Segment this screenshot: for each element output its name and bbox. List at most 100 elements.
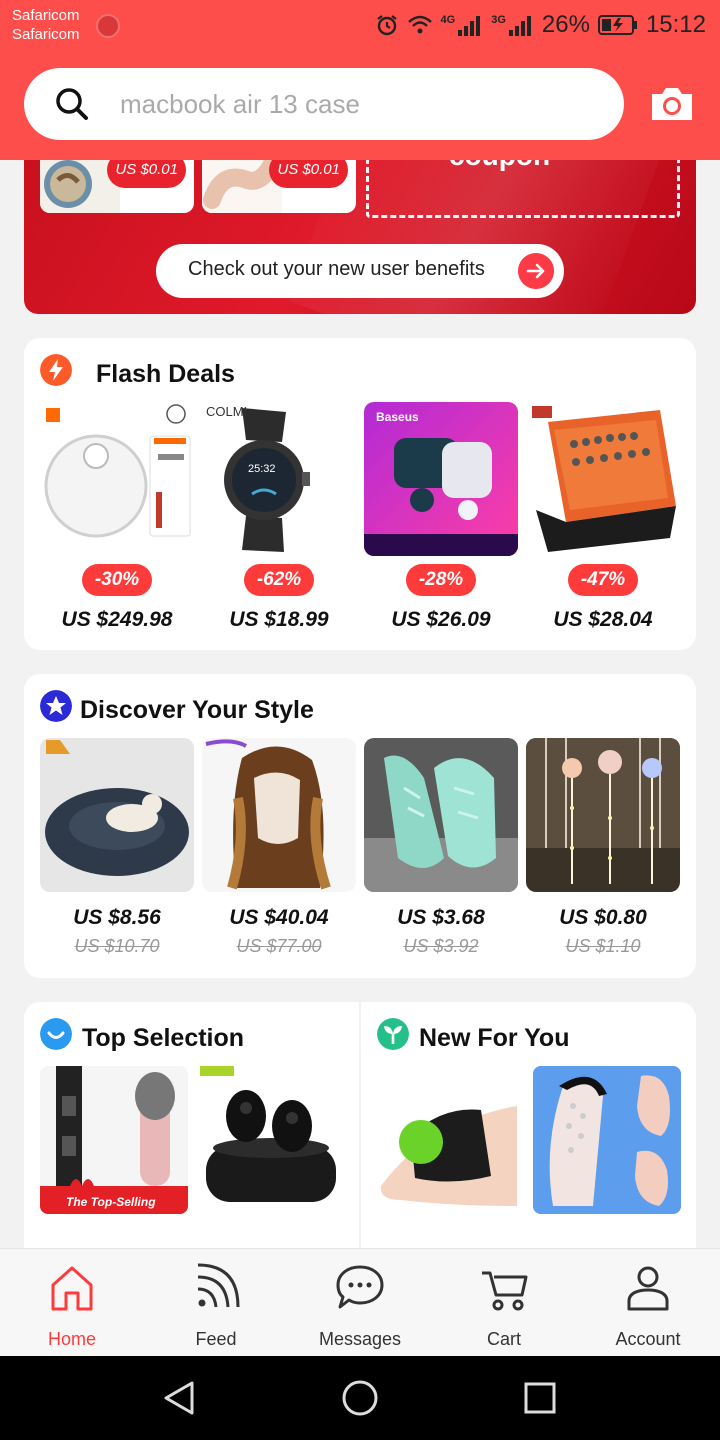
star-icon [40, 690, 72, 722]
alarm-icon [376, 15, 397, 36]
flash-deal-item[interactable]: -30% US $249.98 [40, 402, 194, 631]
notification-dot-icon [96, 14, 120, 38]
section-title[interactable]: Discover Your Style [80, 696, 314, 725]
flash-deal-item[interactable]: Baseus -28% US $26.09 [364, 402, 518, 631]
new-user-banner[interactable]: US $0.01 US $0.01 coupon Check out your … [24, 140, 696, 314]
product-price: US $3.68 [397, 906, 485, 929]
new-user-benefits-button[interactable]: Check out your new user benefits [156, 244, 564, 298]
product-image: COLMI 25:32 [202, 402, 356, 556]
home-icon [51, 1266, 93, 1311]
discover-item[interactable]: US $40.04 US $77.00 [202, 738, 356, 956]
carrier-info: Safaricom Safaricom [12, 6, 80, 44]
nav-label: Messages [318, 1329, 402, 1349]
search-bar[interactable] [24, 68, 624, 140]
nav-account[interactable]: Account [586, 1249, 706, 1357]
feed-icon [197, 1263, 240, 1308]
product-image [40, 738, 194, 892]
arrow-right-icon [518, 253, 554, 289]
messages-icon [336, 1265, 384, 1309]
new-for-you-section[interactable]: New For You [361, 1002, 696, 1262]
pet-bed-image [40, 738, 194, 892]
battery-percent: 26% [541, 11, 590, 38]
product-price: US $26.09 [391, 608, 491, 631]
product-image [202, 738, 356, 892]
product-price: US $28.04 [553, 608, 653, 631]
nav-label: Home [47, 1329, 96, 1349]
network-4g-label: 4G [440, 14, 456, 26]
original-price: US $10.70 [74, 936, 160, 956]
foot-file-image [40, 1066, 188, 1214]
sprout-icon [377, 1018, 409, 1050]
product-image [371, 1066, 519, 1214]
system-nav-bar [0, 1356, 720, 1440]
original-price: US $77.00 [236, 936, 322, 956]
product-image [40, 402, 194, 556]
back-icon[interactable] [162, 1380, 198, 1416]
arch-support-image [371, 1066, 519, 1214]
flash-deals-section: Flash Deals -30% US $249.98 COLMI 25:32 … [24, 338, 696, 650]
recents-icon[interactable] [522, 1380, 558, 1416]
product-image: The Top-Selling [40, 1066, 188, 1214]
brand-label: Baseus [376, 410, 419, 424]
silicone-gloves-image [364, 738, 518, 892]
flash-icon [40, 354, 72, 386]
header: Safaricom Safaricom 4G 3G 26% 15:12 [0, 0, 720, 160]
product-image [200, 1066, 348, 1214]
product-price: US $40.04 [229, 906, 329, 929]
discount-badge: -30% [82, 564, 152, 596]
brand-label: COLMI [206, 404, 248, 419]
original-price: US $1.10 [565, 936, 641, 956]
network-4g-signal: 4G [441, 14, 484, 36]
clock: 15:12 [645, 11, 706, 38]
foot-file-tool-image [533, 1066, 681, 1214]
flash-deal-item[interactable]: -47% US $28.04 [526, 402, 680, 631]
nav-home[interactable]: Home [10, 1249, 130, 1357]
nav-cart[interactable]: Cart [442, 1249, 562, 1357]
camera-icon[interactable] [648, 80, 696, 128]
home-circle-icon[interactable] [340, 1378, 380, 1418]
bottom-nav: Home Feed Messages Cart Account [0, 1248, 720, 1356]
wig-image [202, 738, 356, 892]
product-image [364, 738, 518, 892]
section-title[interactable]: Flash Deals [96, 360, 235, 389]
flash-deal-item[interactable]: COLMI 25:32 -62% US $18.99 [202, 402, 356, 631]
nav-label: Cart [486, 1329, 521, 1349]
app-screen: Safaricom Safaricom 4G 3G 26% 15:12 macb… [0, 0, 720, 1440]
account-icon [627, 1266, 669, 1311]
search-input[interactable] [120, 84, 600, 124]
discount-badge: -62% [244, 564, 314, 596]
nav-label: Account [615, 1329, 681, 1349]
robot-vacuum-image [40, 402, 194, 556]
smile-icon [40, 1018, 72, 1050]
discover-item[interactable]: US $0.80 US $1.10 [526, 738, 680, 956]
top-selection-section[interactable]: Top Selection The Top-Selling [24, 1002, 359, 1262]
discount-badge: -28% [406, 564, 476, 596]
signal-icon [458, 16, 481, 36]
svg-text:25:32: 25:32 [248, 463, 276, 475]
network-3g-label: 3G [491, 14, 506, 26]
nav-messages[interactable]: Messages [298, 1249, 418, 1357]
product-image [526, 402, 680, 556]
status-bar: Safaricom Safaricom 4G 3G 26% 15:12 [0, 0, 720, 52]
discover-item[interactable]: US $3.68 US $3.92 [364, 738, 518, 956]
balloon-stand-image [526, 738, 680, 892]
signal-icon [508, 16, 531, 36]
original-price: US $3.92 [403, 936, 479, 956]
section-title: New For You [419, 1024, 570, 1052]
cart-icon [482, 1271, 528, 1311]
nav-feed[interactable]: Feed [154, 1249, 274, 1357]
network-3g-signal: 3G [491, 14, 534, 36]
discover-your-style-section: Discover Your Style US $8.56 US $10.70 U… [24, 674, 696, 978]
carrier-name-secondary: Safaricom [12, 26, 80, 43]
product-price: US $0.80 [559, 906, 647, 929]
wifi-icon [407, 15, 432, 34]
product-image [533, 1066, 681, 1214]
carrier-name: Safaricom [12, 7, 80, 24]
ribbon-label: The Top-Selling [66, 1195, 156, 1209]
earbuds-image [364, 402, 518, 556]
smartwatch-image: 25:32 [202, 402, 356, 556]
status-icons: 4G 3G 26% 15:12 [375, 10, 706, 40]
product-image [526, 738, 680, 892]
cta-label: Check out your new user benefits [188, 258, 485, 280]
discover-item[interactable]: US $8.56 US $10.70 [40, 738, 194, 956]
